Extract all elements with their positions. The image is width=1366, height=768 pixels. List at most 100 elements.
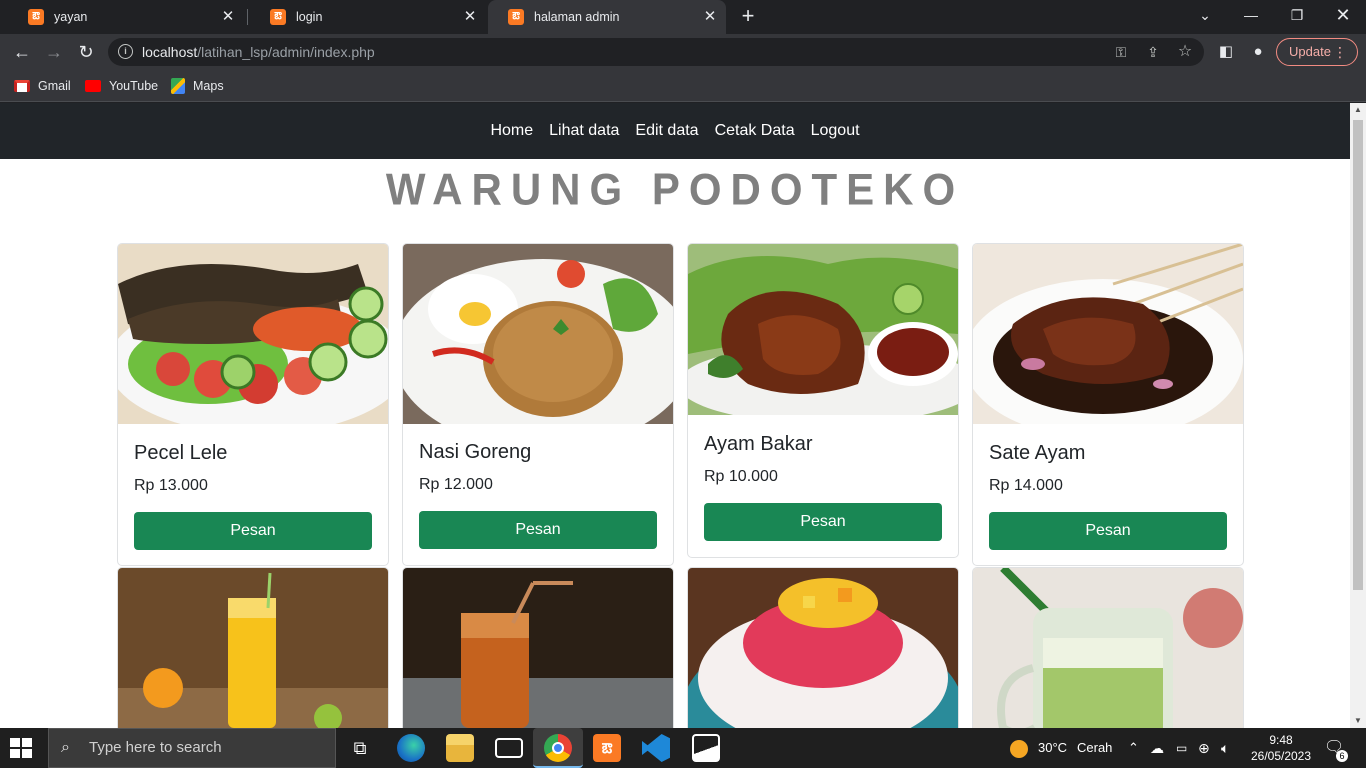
pesan-button[interactable]: Pesan [134,512,372,550]
bookmark-label: Maps [193,79,224,93]
browser-toolbar: ← → ↻ i localhost/latihan_lsp/admin/inde… [0,34,1366,70]
nav-edit-data[interactable]: Edit data [627,122,706,140]
xampp-taskbar-icon[interactable]: ఔ [593,734,621,762]
menu-card-iced-tea [402,567,674,728]
menu-item-name: Ayam Bakar [704,433,813,455]
pesan-button[interactable]: Pesan [419,511,657,549]
windows-taskbar: ⌕ Type here to search ⧉ ఔ 30°C Cerah ⌃ ☁… [0,728,1366,768]
site-brand-title: WARUNG PODOTEKO [385,164,965,215]
site-info-icon[interactable]: i [118,44,133,59]
chrome-icon [544,734,572,762]
menu-card-ayam-bakar: Ayam Bakar Rp 10.000 Pesan [687,243,959,558]
edge-icon[interactable] [397,734,425,762]
clock-time: 9:48 [1269,733,1293,747]
bookmark-label: Gmail [38,79,71,93]
menu-card-nasi-goreng: Nasi Goreng Rp 12.000 Pesan [402,243,674,566]
side-panel-icon[interactable]: ◧ [1216,42,1236,62]
network-icon[interactable]: ⊕ [1198,728,1210,768]
pesan-button[interactable]: Pesan [704,503,942,541]
back-button[interactable]: ← [10,40,34,64]
tab-search-chevron-icon[interactable]: ⌄ [1182,0,1228,34]
url-host: localhost [142,44,198,60]
file-explorer-icon[interactable] [446,734,474,762]
nav-lihat-data[interactable]: Lihat data [541,122,627,140]
menu-card-es-campur [687,567,959,728]
weather-temp[interactable]: 30°C [1038,728,1067,768]
volume-icon[interactable]: 🔈︎ [1221,728,1229,768]
url-path: /latihan_lsp/admin/index.php [197,44,375,60]
onedrive-icon[interactable]: ☁ [1150,728,1164,768]
mail-icon[interactable] [495,738,523,758]
close-tab-icon[interactable]: ✕ [220,9,236,25]
menu-item-name: Pecel Lele [134,442,228,464]
menu-item-price: Rp 12.000 [419,476,493,493]
tab-title: yayan [54,10,88,24]
url-text[interactable]: localhost/latihan_lsp/admin/index.php [142,44,375,60]
tab-title: halaman admin [534,10,620,24]
tab-halaman-admin[interactable]: ఔ halaman admin ✕ [488,0,726,34]
menu-item-price: Rp 13.000 [134,477,208,494]
forward-button[interactable]: → [42,40,66,64]
bookmark-gmail[interactable]: Gmail [14,77,71,95]
reload-button[interactable]: ↻ [74,40,98,64]
menu-card-pecel-lele: Pecel Lele Rp 13.000 Pesan [117,243,389,566]
weather-icon[interactable] [1010,728,1032,768]
close-window-button[interactable]: ✕ [1320,0,1366,34]
scroll-up-icon[interactable]: ▲ [1350,103,1366,117]
bookmark-star-icon[interactable]: ☆ [1176,43,1194,61]
key-icon[interactable]: ⚿ [1112,43,1130,61]
xampp-icon: ఔ [28,9,44,25]
youtube-icon [85,80,101,92]
minimize-button[interactable]: — [1228,0,1274,34]
restore-button[interactable]: ❐ [1274,0,1320,34]
taskbar-clock[interactable]: 9:48 26/05/2023 [1248,732,1314,764]
site-navbar: Home Lihat data Edit data Cetak Data Log… [0,103,1350,159]
photos-icon[interactable] [692,734,720,762]
tab-yayan[interactable]: ఔ yayan ✕ [8,0,244,34]
nav-cetak-data[interactable]: Cetak Data [707,122,803,140]
pesan-button[interactable]: Pesan [989,512,1227,550]
maps-icon [171,78,185,94]
sate-ayam-photo [973,244,1243,424]
bookmarks-bar: Gmail YouTube Maps [0,70,1366,102]
show-hidden-icons-chevron-icon[interactable]: ⌃ [1128,728,1139,768]
xampp-icon: ఔ [508,9,524,25]
clock-date: 26/05/2023 [1250,749,1312,763]
menu-dots-icon: ⋮ [1333,44,1347,60]
taskbar-search-box[interactable]: ⌕ Type here to search [48,728,336,768]
close-tab-icon[interactable]: ✕ [702,9,718,25]
bookmark-maps[interactable]: Maps [171,77,224,95]
chrome-taskbar-button[interactable] [533,728,583,768]
menu-card-sate-ayam: Sate Ayam Rp 14.000 Pesan [972,243,1244,566]
menu-card-orange-juice [117,567,389,728]
update-button[interactable]: Update ⋮ [1276,38,1358,66]
ayam-bakar-photo [688,244,958,415]
menu-item-price: Rp 14.000 [989,477,1063,494]
vscode-icon[interactable] [642,734,670,762]
weather-desc[interactable]: Cerah [1077,728,1112,768]
nav-logout[interactable]: Logout [803,122,868,140]
address-bar[interactable]: i localhost/latihan_lsp/admin/index.php … [108,38,1204,66]
task-view-icon[interactable]: ⧉ [346,734,374,762]
iced-tea-photo [403,568,673,728]
share-icon[interactable]: ⇪ [1144,43,1162,61]
windows-start-icon[interactable] [10,738,32,758]
notification-count-badge: 6 [1336,750,1348,762]
nav-home[interactable]: Home [482,122,541,140]
new-tab-button[interactable]: + [736,5,760,29]
menu-item-price: Rp 10.000 [704,468,778,485]
search-placeholder: Type here to search [89,739,222,756]
scrollbar-thumb[interactable] [1353,120,1363,590]
es-campur-photo [688,568,958,728]
profile-icon[interactable]: ● [1248,42,1268,62]
page-scrollbar[interactable]: ▲ ▼ [1350,103,1366,728]
battery-icon[interactable]: ▭ [1176,728,1187,768]
close-tab-icon[interactable]: ✕ [462,9,478,25]
scroll-down-icon[interactable]: ▼ [1350,714,1366,728]
gmail-icon [14,80,30,92]
tab-login[interactable]: ఔ login ✕ [250,0,486,34]
notification-center-icon[interactable]: 🗨︎ [1324,728,1344,768]
tab-divider [247,9,248,25]
tab-title: login [296,10,323,24]
bookmark-youtube[interactable]: YouTube [85,77,158,95]
